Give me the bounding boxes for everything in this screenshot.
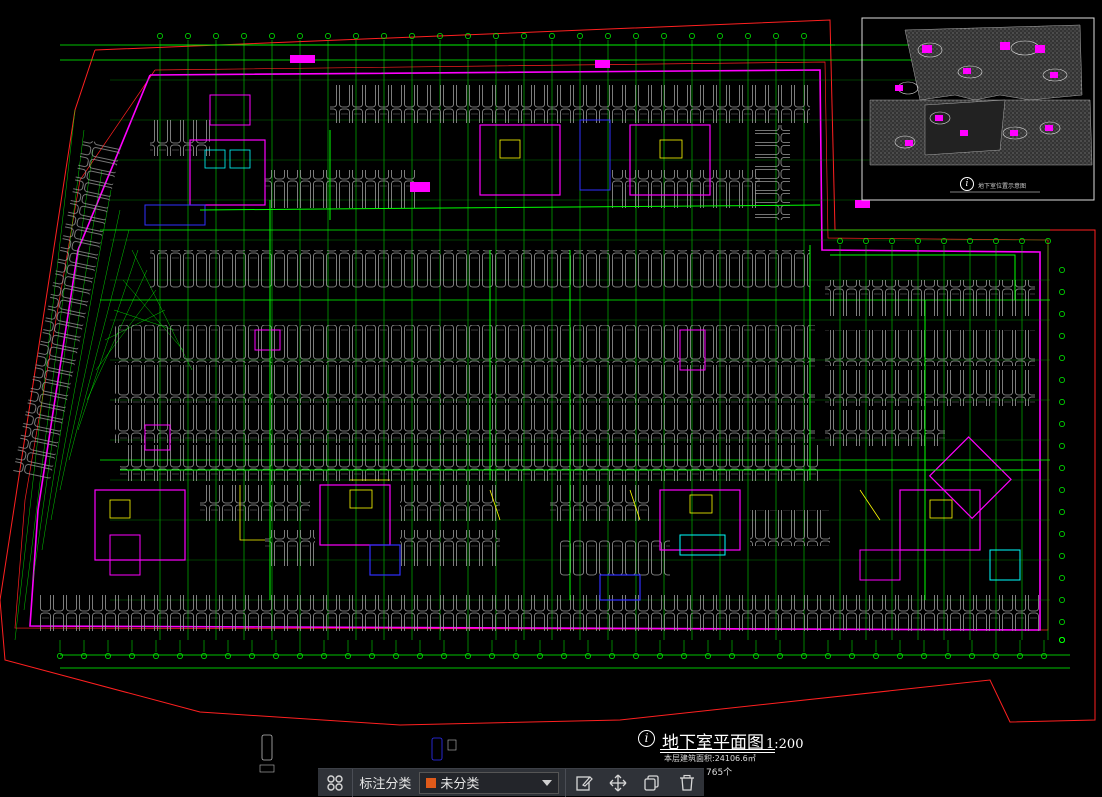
inset-caption: 地下室位置示意图	[978, 183, 1027, 190]
inset-info-icon: i	[960, 177, 974, 191]
annotation-toolbar: 标注分类 未分类	[318, 768, 704, 797]
chevron-down-icon	[542, 779, 553, 786]
annotation-category-label: 标注分类	[359, 777, 412, 792]
title-info-icon: i	[638, 730, 655, 747]
cad-drawing-canvas[interactable]	[0, 0, 1102, 796]
grid-apps-icon[interactable]	[318, 769, 352, 797]
category-color-swatch	[426, 777, 437, 788]
parking-count: 765个	[706, 768, 733, 778]
category-selected-value: 未分类	[440, 777, 480, 792]
move-icon[interactable]	[601, 769, 635, 797]
delete-icon[interactable]	[670, 769, 704, 797]
annotation-category-dropdown[interactable]: 未分类	[419, 771, 560, 794]
edit-icon[interactable]	[566, 769, 600, 797]
copy-icon[interactable]	[635, 769, 669, 797]
drawing-area-note: 本层建筑面积:24106.6㎡	[664, 754, 756, 763]
